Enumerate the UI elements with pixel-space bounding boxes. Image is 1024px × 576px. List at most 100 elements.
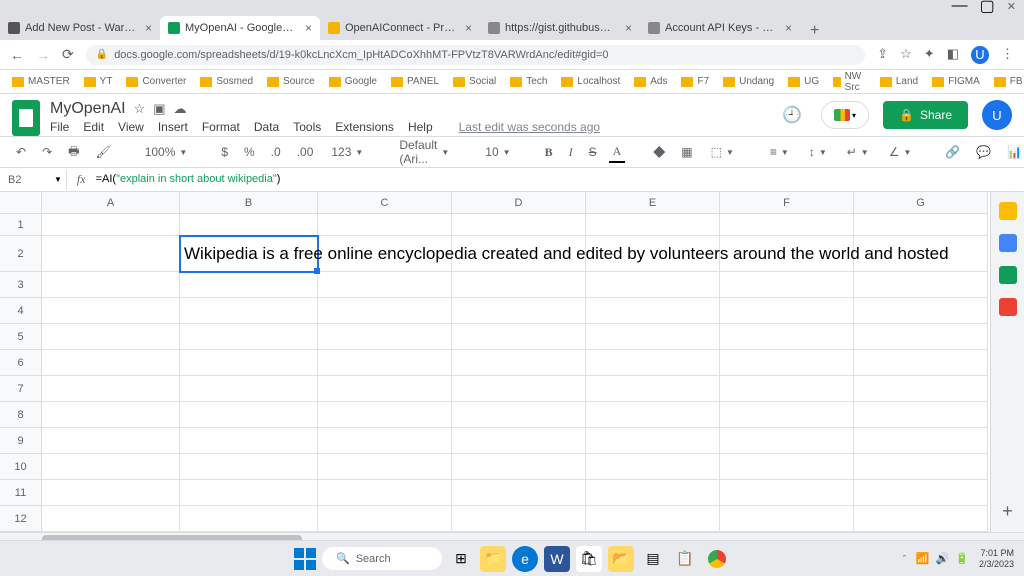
cell[interactable]: Wikipedia is a free online encyclopedia …	[180, 236, 318, 272]
strike-btn[interactable]: S	[585, 143, 601, 161]
cell[interactable]	[586, 454, 720, 480]
tab-close-icon[interactable]: ×	[465, 21, 472, 35]
cell[interactable]	[318, 324, 452, 350]
cell[interactable]	[42, 506, 180, 532]
cell[interactable]	[452, 428, 586, 454]
menu-item[interactable]: File	[50, 120, 69, 134]
cell[interactable]	[42, 402, 180, 428]
taskbar-search[interactable]: 🔍Search	[322, 547, 442, 570]
cell[interactable]	[180, 272, 318, 298]
cell[interactable]	[854, 506, 988, 532]
move-icon[interactable]: ▣	[153, 101, 165, 117]
cell[interactable]	[452, 454, 586, 480]
font-size-select[interactable]: 10▼	[479, 143, 516, 161]
side-panel-app-icon[interactable]	[999, 298, 1017, 316]
cell[interactable]	[720, 376, 854, 402]
clock[interactable]: 7:01 PM2/3/2023	[979, 548, 1014, 570]
cell[interactable]	[42, 428, 180, 454]
menu-item[interactable]: Tools	[293, 120, 321, 134]
cell[interactable]	[720, 402, 854, 428]
cell[interactable]	[586, 350, 720, 376]
cell[interactable]	[318, 272, 452, 298]
bookmark-item[interactable]: Undang	[723, 76, 774, 87]
history-icon[interactable]: 🕘	[777, 100, 807, 130]
decrease-decimal-btn[interactable]: .0	[267, 143, 285, 161]
cell[interactable]	[318, 402, 452, 428]
share-page-icon[interactable]: ⇪	[877, 46, 888, 64]
tab-close-icon[interactable]: ×	[785, 21, 792, 35]
row-header[interactable]: 5	[0, 324, 42, 350]
cell[interactable]	[180, 376, 318, 402]
cell[interactable]	[452, 480, 586, 506]
column-header[interactable]: A	[42, 192, 180, 214]
cell[interactable]	[42, 350, 180, 376]
menu-item[interactable]: Insert	[158, 120, 188, 134]
rotate-btn[interactable]: ∠▼	[883, 143, 918, 161]
cell[interactable]	[452, 402, 586, 428]
font-select[interactable]: Default (Ari...▼	[393, 136, 455, 168]
chart-btn[interactable]: 📊	[1003, 143, 1024, 161]
tab-close-icon[interactable]: ×	[145, 21, 152, 35]
bookmark-item[interactable]: Ads	[634, 76, 667, 87]
side-panel-app-icon[interactable]	[999, 266, 1017, 284]
column-header[interactable]: F	[720, 192, 854, 214]
cell[interactable]	[42, 376, 180, 402]
browser-tab[interactable]: https://gist.githubusercontent.c×	[480, 16, 640, 40]
extensions-icon[interactable]: ✦	[924, 46, 935, 64]
cloud-status-icon[interactable]: ☁	[174, 101, 187, 117]
tab-close-icon[interactable]: ×	[625, 21, 632, 35]
bookmark-item[interactable]: F7	[681, 76, 709, 87]
cell[interactable]	[854, 480, 988, 506]
cell[interactable]	[42, 236, 180, 272]
browser-tab[interactable]: MyOpenAI - Google Sheets×	[160, 16, 320, 40]
bookmark-item[interactable]: Localhost	[561, 76, 620, 87]
star-icon[interactable]: ☆	[900, 46, 912, 64]
cell[interactable]	[854, 298, 988, 324]
borders-btn[interactable]: ▦	[677, 143, 696, 161]
word-icon[interactable]: W	[544, 546, 570, 572]
profile-avatar[interactable]: U	[971, 46, 989, 64]
row-header[interactable]: 1	[0, 214, 42, 236]
meet-button[interactable]: ▾	[821, 101, 869, 129]
select-all-corner[interactable]	[0, 192, 42, 214]
start-button[interactable]	[294, 548, 316, 570]
increase-decimal-btn[interactable]: .00	[293, 143, 318, 161]
row-header[interactable]: 9	[0, 428, 42, 454]
column-header[interactable]: G	[854, 192, 988, 214]
account-avatar[interactable]: U	[982, 100, 1012, 130]
bookmark-item[interactable]: FB	[994, 76, 1023, 87]
explorer-icon[interactable]: 📁	[480, 546, 506, 572]
bookmark-item[interactable]: Sosmed	[200, 76, 253, 87]
v-align-btn[interactable]: ↕▼	[803, 143, 833, 161]
bookmark-item[interactable]: Google	[329, 76, 377, 87]
row-header[interactable]: 11	[0, 480, 42, 506]
column-header[interactable]: C	[318, 192, 452, 214]
cell[interactable]	[720, 454, 854, 480]
forward-btn[interactable]: →	[36, 47, 50, 63]
menu-item[interactable]: Format	[202, 120, 240, 134]
cell[interactable]	[586, 428, 720, 454]
cell[interactable]	[452, 214, 586, 236]
currency-btn[interactable]: $	[217, 143, 232, 161]
cell[interactable]	[180, 402, 318, 428]
text-color-btn[interactable]: A	[609, 142, 626, 163]
bookmark-item[interactable]: FIGMA	[932, 76, 980, 87]
cell[interactable]	[452, 506, 586, 532]
cell[interactable]	[318, 480, 452, 506]
row-header[interactable]: 4	[0, 298, 42, 324]
cell[interactable]	[586, 324, 720, 350]
row-header[interactable]: 12	[0, 506, 42, 532]
bookmark-item[interactable]: YT	[84, 76, 113, 87]
merge-btn[interactable]: ⬚▼	[705, 143, 740, 161]
zoom-select[interactable]: 100%▼	[139, 143, 194, 161]
cell[interactable]	[720, 272, 854, 298]
cell[interactable]	[452, 298, 586, 324]
cell[interactable]	[180, 454, 318, 480]
maximize-btn[interactable]: ▢	[980, 0, 995, 16]
undo-btn[interactable]: ↶	[12, 143, 30, 161]
cell[interactable]	[586, 272, 720, 298]
edge-icon[interactable]: e	[512, 546, 538, 572]
kebab-icon[interactable]: ⋮	[1001, 46, 1014, 64]
star-doc-icon[interactable]: ☆	[134, 101, 146, 117]
row-header[interactable]: 3	[0, 272, 42, 298]
